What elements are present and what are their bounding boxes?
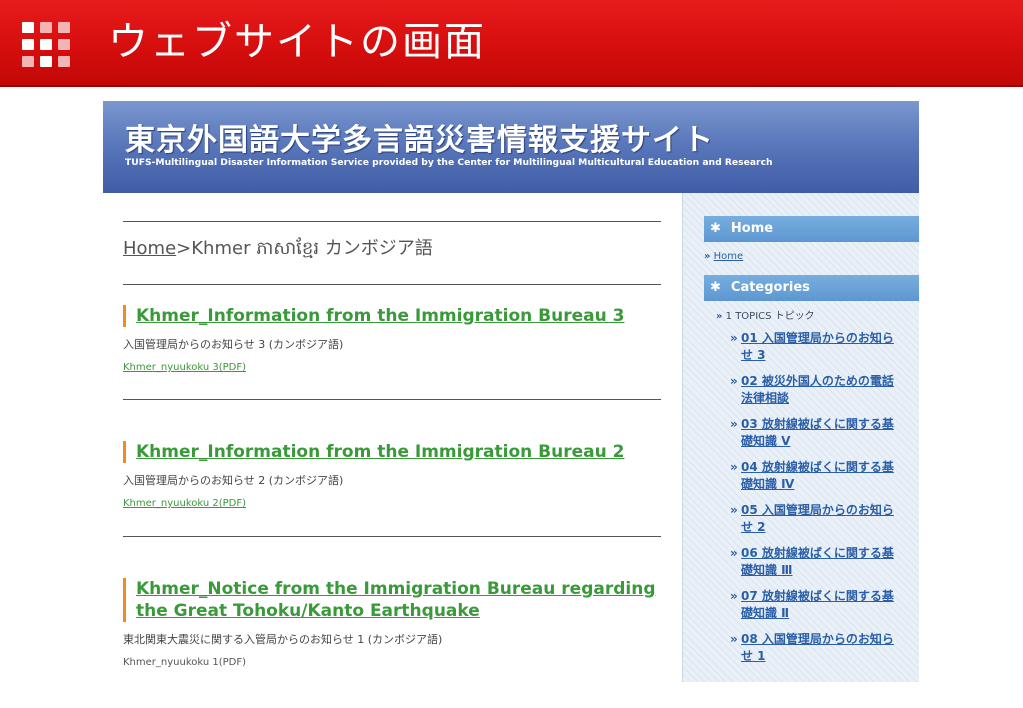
category-link[interactable]: 06 放射線被ばくに関する基礎知識 Ⅲ [741,546,894,577]
sidebar-home-link[interactable]: Home [714,251,744,262]
post-title-link[interactable]: Khmer_Information from the Immigration B… [123,441,661,463]
sidebar-topic-label: 1 TOPICS トピック [725,311,815,322]
divider [123,399,661,400]
post-description: 入国管理局からのお知らせ 3 (カンボジア語) [123,338,344,351]
category-link[interactable]: 01 入国管理局からのお知らせ 3 [741,331,894,362]
category-item: 03 放射線被ばくに関する基礎知識 Ⅴ [730,416,905,450]
pdf-link[interactable]: Khmer_nyuukoku 3(PDF) [123,362,246,373]
post-title-link[interactable]: Khmer_Notice from the Immigration Bureau… [123,578,661,622]
sidebar: ✱ Home » Home ✱ Categories » 1 TOPICS トピック… [682,193,919,682]
divider [123,284,661,285]
chevron-right-icon: » [704,251,711,262]
divider [123,221,661,222]
category-link[interactable]: 04 放射線被ばくに関する基礎知識 Ⅳ [741,460,894,491]
category-item: 05 入国管理局からのお知らせ 2 [730,502,905,536]
sidebar-heading-label: Categories [730,280,810,295]
category-item: 01 入国管理局からのお知らせ 3 [730,330,905,364]
breadcrumb-current: Khmer ភាសាខ្មែរ カンボジア語 [191,238,433,259]
grid-logo-icon [22,22,74,68]
category-link[interactable]: 08 入国管理局からのお知らせ 1 [741,632,894,663]
post-item: Khmer_Information from the Immigration B… [123,441,661,510]
post-description: 東北関東大震災に関する入管局からのお知らせ 1 (カンボジア語) [123,633,443,646]
divider [123,536,661,537]
category-item: 08 入国管理局からのお知らせ 1 [730,631,905,665]
category-link[interactable]: 02 被災外国人のための電話法律相談 [741,374,894,405]
post-item: Khmer_Notice from the Immigration Bureau… [123,578,661,669]
category-link[interactable]: 07 放射線被ばくに関する基礎知識 Ⅱ [741,589,894,620]
sidebar-heading-categories: ✱ Categories [704,275,919,301]
slide-title: ウェブサイトの画面 [108,19,486,65]
asterisk-icon: ✱ [710,280,721,295]
category-list: 01 入国管理局からのお知らせ 3 02 被災外国人のための電話法律相談 03 … [730,330,905,674]
site-subtitle: TUFS-Multilingual Disaster Information S… [125,157,773,168]
category-item: 07 放射線被ばくに関する基礎知識 Ⅱ [730,588,905,622]
category-link[interactable]: 05 入国管理局からのお知らせ 2 [741,503,894,534]
sidebar-heading-label: Home [730,221,774,236]
site-title[interactable]: 東京外国語大学多言語災害情報支援サイト [125,115,714,159]
breadcrumb-separator: > [176,238,192,259]
website-frame: 東京外国語大学多言語災害情報支援サイト TUFS-Multilingual Di… [103,101,919,682]
sidebar-topic[interactable]: » 1 TOPICS トピック [716,307,815,322]
category-link[interactable]: 03 放射線被ばくに関する基礎知識 Ⅴ [741,417,894,448]
site-banner: 東京外国語大学多言語災害情報支援サイト TUFS-Multilingual Di… [103,101,919,193]
category-item: 06 放射線被ばくに関する基礎知識 Ⅲ [730,545,905,579]
post-description: 入国管理局からのお知らせ 2 (カンボジア語) [123,474,344,487]
sidebar-item-home: » Home [704,251,743,262]
post-title-link[interactable]: Khmer_Information from the Immigration B… [123,305,661,327]
chevron-right-icon: » [716,311,723,322]
breadcrumb: Home>Khmer ភាសាខ្មែរ カンボジア語 [123,234,433,263]
pdf-link[interactable]: Khmer_nyuukoku 1(PDF) [123,657,246,668]
breadcrumb-home-link[interactable]: Home [123,238,176,259]
category-item: 04 放射線被ばくに関する基礎知識 Ⅳ [730,459,905,493]
pdf-link[interactable]: Khmer_nyuukoku 2(PDF) [123,498,246,509]
post-item: Khmer_Information from the Immigration B… [123,305,661,374]
asterisk-icon: ✱ [710,221,721,236]
slide-header: ウェブサイトの画面 [0,0,1023,87]
main-content: Home>Khmer ភាសាខ្មែរ カンボジア語 Khmer_Inform… [123,193,661,682]
category-item: 02 被災外国人のための電話法律相談 [730,373,905,407]
sidebar-heading-home: ✱ Home [704,216,919,242]
